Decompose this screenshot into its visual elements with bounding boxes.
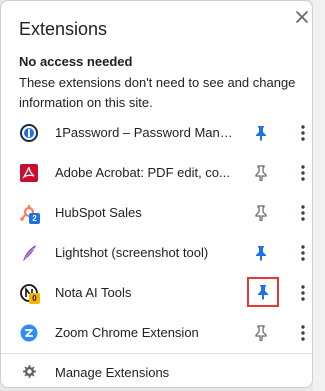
gear-icon [23, 365, 36, 378]
close-icon [296, 11, 308, 23]
manage-extensions-label: Manage Extensions [55, 365, 170, 380]
pin-outline-icon [255, 165, 267, 181]
more-options-button[interactable] [297, 203, 309, 223]
extension-row-1password[interactable]: 1Password – Password Mana... [1, 113, 312, 153]
extension-row-adobe-acrobat[interactable]: Adobe Acrobat: PDF edit, co... [1, 153, 312, 193]
extension-list: 1Password – Password Mana... Adobe Acrob… [1, 113, 312, 353]
more-vert-icon [301, 165, 305, 181]
more-vert-icon [301, 245, 305, 261]
pin-filled-icon [256, 126, 266, 141]
extension-name: Nota AI Tools [55, 285, 132, 300]
extension-row-zoom[interactable]: Zoom Chrome Extension [1, 313, 312, 353]
extension-name: Lightshot (screenshot tool) [55, 245, 209, 260]
pin-button[interactable] [251, 203, 271, 223]
more-vert-icon [301, 285, 305, 301]
lightshot-icon [19, 243, 39, 263]
extension-row-lightshot[interactable]: Lightshot (screenshot tool) [1, 233, 312, 273]
pin-button-highlighted[interactable] [247, 277, 279, 307]
extension-row-nota-ai-tools[interactable]: 0 Nota AI Tools [1, 273, 312, 313]
badge: 0 [29, 293, 40, 304]
pin-outline-icon [255, 325, 267, 341]
hubspot-icon: 2 [19, 203, 40, 224]
pin-button[interactable] [251, 323, 271, 343]
section-description: These extensions don't need to see and c… [19, 75, 296, 110]
more-vert-icon [301, 205, 305, 221]
extension-name: Adobe Acrobat: PDF edit, co... [55, 165, 230, 180]
more-options-button[interactable] [297, 283, 309, 303]
pin-button[interactable] [251, 123, 271, 143]
close-button[interactable] [293, 8, 311, 26]
pin-filled-icon [256, 246, 266, 261]
extension-row-hubspot-sales[interactable]: 2 HubSpot Sales [1, 193, 312, 233]
badge: 2 [29, 213, 40, 224]
extension-name: 1Password – Password Mana... [55, 125, 235, 140]
1password-icon [19, 123, 39, 143]
more-vert-icon [301, 125, 305, 141]
pin-filled-icon [258, 285, 268, 300]
section-title: No access needed [19, 54, 133, 69]
more-options-button[interactable] [297, 163, 309, 183]
manage-extensions-button[interactable]: Manage Extensions [1, 354, 312, 387]
pin-button[interactable] [251, 243, 271, 263]
extension-name: Zoom Chrome Extension [55, 325, 199, 340]
extension-name: HubSpot Sales [55, 205, 142, 220]
more-options-button[interactable] [297, 323, 309, 343]
more-vert-icon [301, 325, 305, 341]
more-options-button[interactable] [297, 123, 309, 143]
pin-outline-icon [255, 205, 267, 221]
zoom-icon [19, 323, 39, 343]
adobe-acrobat-icon [19, 163, 39, 183]
more-options-button[interactable] [297, 243, 309, 263]
popup-title: Extensions [19, 19, 108, 39]
extensions-popup: Extensions No access needed These extens… [0, 0, 313, 388]
nota-ai-icon: 0 [19, 283, 40, 304]
pin-button[interactable] [251, 163, 271, 183]
background-window-edge [313, 0, 325, 391]
